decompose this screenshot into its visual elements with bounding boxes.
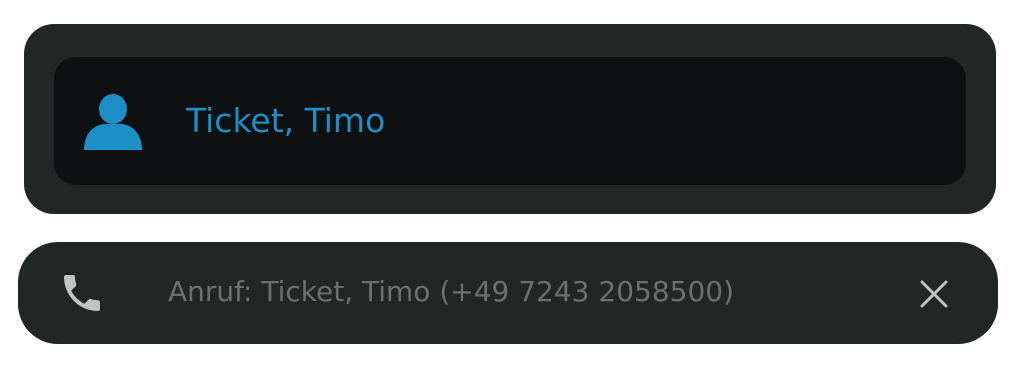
contact-card-inner[interactable]: Ticket, Timo (54, 57, 966, 185)
close-icon[interactable] (916, 276, 952, 312)
phone-icon (64, 275, 100, 311)
contact-name: Ticket, Timo (186, 101, 386, 140)
contact-card: Ticket, Timo (24, 24, 996, 214)
incoming-call-bar: Anruf: Ticket, Timo (+49 7243 2058500) (18, 242, 998, 344)
person-icon (84, 94, 142, 150)
call-notification-text: Anruf: Ticket, Timo (+49 7243 2058500) (168, 275, 735, 308)
